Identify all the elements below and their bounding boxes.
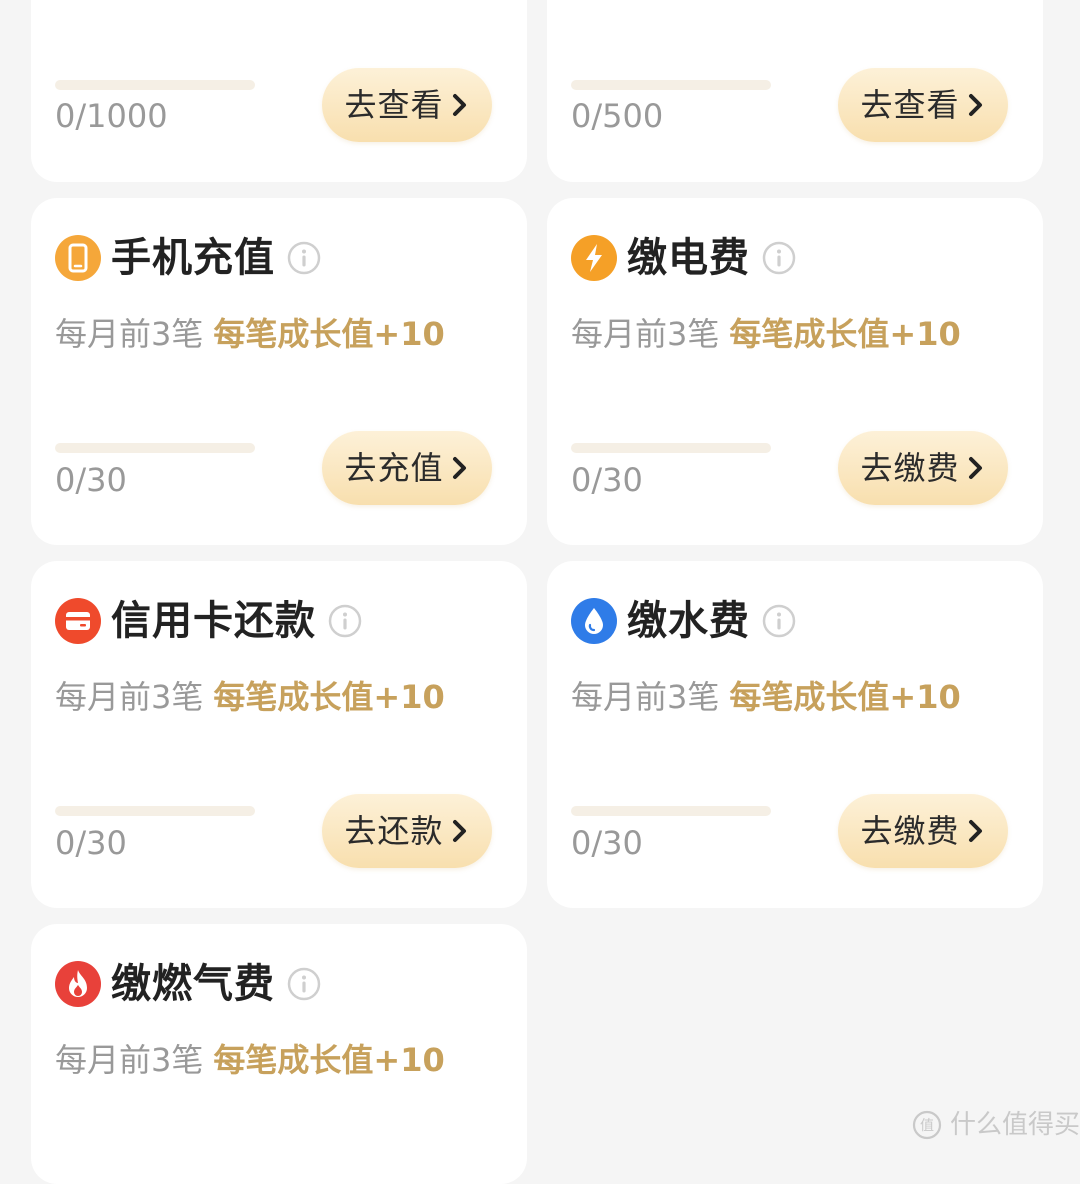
- water-drop-icon: [571, 598, 617, 644]
- progress-bar: [571, 443, 771, 453]
- view-button[interactable]: 去查看: [322, 68, 492, 142]
- watermark-logo-icon: 值: [912, 1110, 942, 1140]
- progress-count: 0/30: [571, 824, 643, 862]
- task-reward: 每笔成长值+10: [729, 315, 961, 353]
- pay-button[interactable]: 去缴费: [838, 794, 1008, 868]
- task-title-row: 缴电费: [571, 234, 796, 282]
- chevron-right-icon: [452, 820, 466, 842]
- flame-icon: [55, 961, 101, 1007]
- task-title-row: 信用卡还款: [55, 597, 362, 645]
- task-card-gas: 缴燃气费 每月前3笔 每笔成长值+10: [31, 924, 527, 1184]
- chevron-right-icon: [968, 94, 982, 116]
- progress-bar: [55, 80, 255, 90]
- task-limit: 每月前3笔: [55, 678, 204, 716]
- task-title: 缴水费: [627, 598, 750, 644]
- task-description: 每月前3笔 每笔成长值+10: [55, 1040, 445, 1080]
- task-reward: 每笔成长值+10: [213, 315, 445, 353]
- task-title: 缴电费: [627, 235, 750, 281]
- progress-bar: [55, 806, 255, 816]
- task-reward: 每笔成长值+10: [729, 678, 961, 716]
- pay-button[interactable]: 去缴费: [838, 431, 1008, 505]
- chevron-right-icon: [968, 457, 982, 479]
- task-card-top-right: 0/500 去查看: [547, 0, 1043, 182]
- svg-text:值: 值: [920, 1118, 934, 1134]
- info-icon[interactable]: [287, 241, 321, 275]
- task-title: 手机充值: [111, 235, 275, 281]
- task-card-water: 缴水费 每月前3笔 每笔成长值+10 0/30 去缴费: [547, 561, 1043, 908]
- task-card-top-left: 0/1000 去查看: [31, 0, 527, 182]
- task-title: 缴燃气费: [111, 961, 275, 1007]
- task-limit: 每月前3笔: [571, 678, 720, 716]
- recharge-button-label: 去充值: [344, 449, 444, 487]
- credit-card-icon: [55, 598, 101, 644]
- repay-button[interactable]: 去还款: [322, 794, 492, 868]
- task-limit: 每月前3笔: [571, 315, 720, 353]
- chevron-right-icon: [968, 820, 982, 842]
- progress-count: 0/30: [55, 824, 127, 862]
- task-limit: 每月前3笔: [55, 315, 204, 353]
- task-description: 每月前3笔 每笔成长值+10: [55, 314, 445, 354]
- progress-count: 0/1000: [55, 97, 168, 135]
- info-icon[interactable]: [328, 604, 362, 638]
- pay-button-label: 去缴费: [860, 449, 960, 487]
- task-title: 信用卡还款: [111, 598, 316, 644]
- task-card-electricity: 缴电费 每月前3笔 每笔成长值+10 0/30 去缴费: [547, 198, 1043, 545]
- view-button-label: 去查看: [860, 86, 960, 124]
- task-title-row: 缴燃气费: [55, 960, 321, 1008]
- task-limit: 每月前3笔: [55, 1041, 204, 1079]
- task-description: 每月前3笔 每笔成长值+10: [571, 677, 961, 717]
- task-card-credit-card: 信用卡还款 每月前3笔 每笔成长值+10 0/30 去还款: [31, 561, 527, 908]
- watermark-text: 什么值得买: [950, 1110, 1080, 1140]
- info-icon[interactable]: [287, 967, 321, 1001]
- repay-button-label: 去还款: [344, 812, 444, 850]
- task-title-row: 手机充值: [55, 234, 321, 282]
- task-reward: 每笔成长值+10: [213, 678, 445, 716]
- task-reward: 每笔成长值+10: [213, 1041, 445, 1079]
- lightning-icon: [571, 235, 617, 281]
- info-icon[interactable]: [762, 241, 796, 275]
- phone-icon: [55, 235, 101, 281]
- progress-bar: [571, 80, 771, 90]
- task-description: 每月前3笔 每笔成长值+10: [55, 677, 445, 717]
- progress-bar: [571, 806, 771, 816]
- progress-count: 0/500: [571, 97, 664, 135]
- task-description: 每月前3笔 每笔成长值+10: [571, 314, 961, 354]
- progress-bar: [55, 443, 255, 453]
- progress-count: 0/30: [571, 461, 643, 499]
- progress-count: 0/30: [55, 461, 127, 499]
- view-button-label: 去查看: [344, 86, 444, 124]
- view-button[interactable]: 去查看: [838, 68, 1008, 142]
- task-title-row: 缴水费: [571, 597, 796, 645]
- chevron-right-icon: [452, 94, 466, 116]
- task-card-phone-recharge: 手机充值 每月前3笔 每笔成长值+10 0/30 去充值: [31, 198, 527, 545]
- info-icon[interactable]: [762, 604, 796, 638]
- watermark: 值 什么值得买: [912, 1108, 1080, 1142]
- chevron-right-icon: [452, 457, 466, 479]
- recharge-button[interactable]: 去充值: [322, 431, 492, 505]
- pay-button-label: 去缴费: [860, 812, 960, 850]
